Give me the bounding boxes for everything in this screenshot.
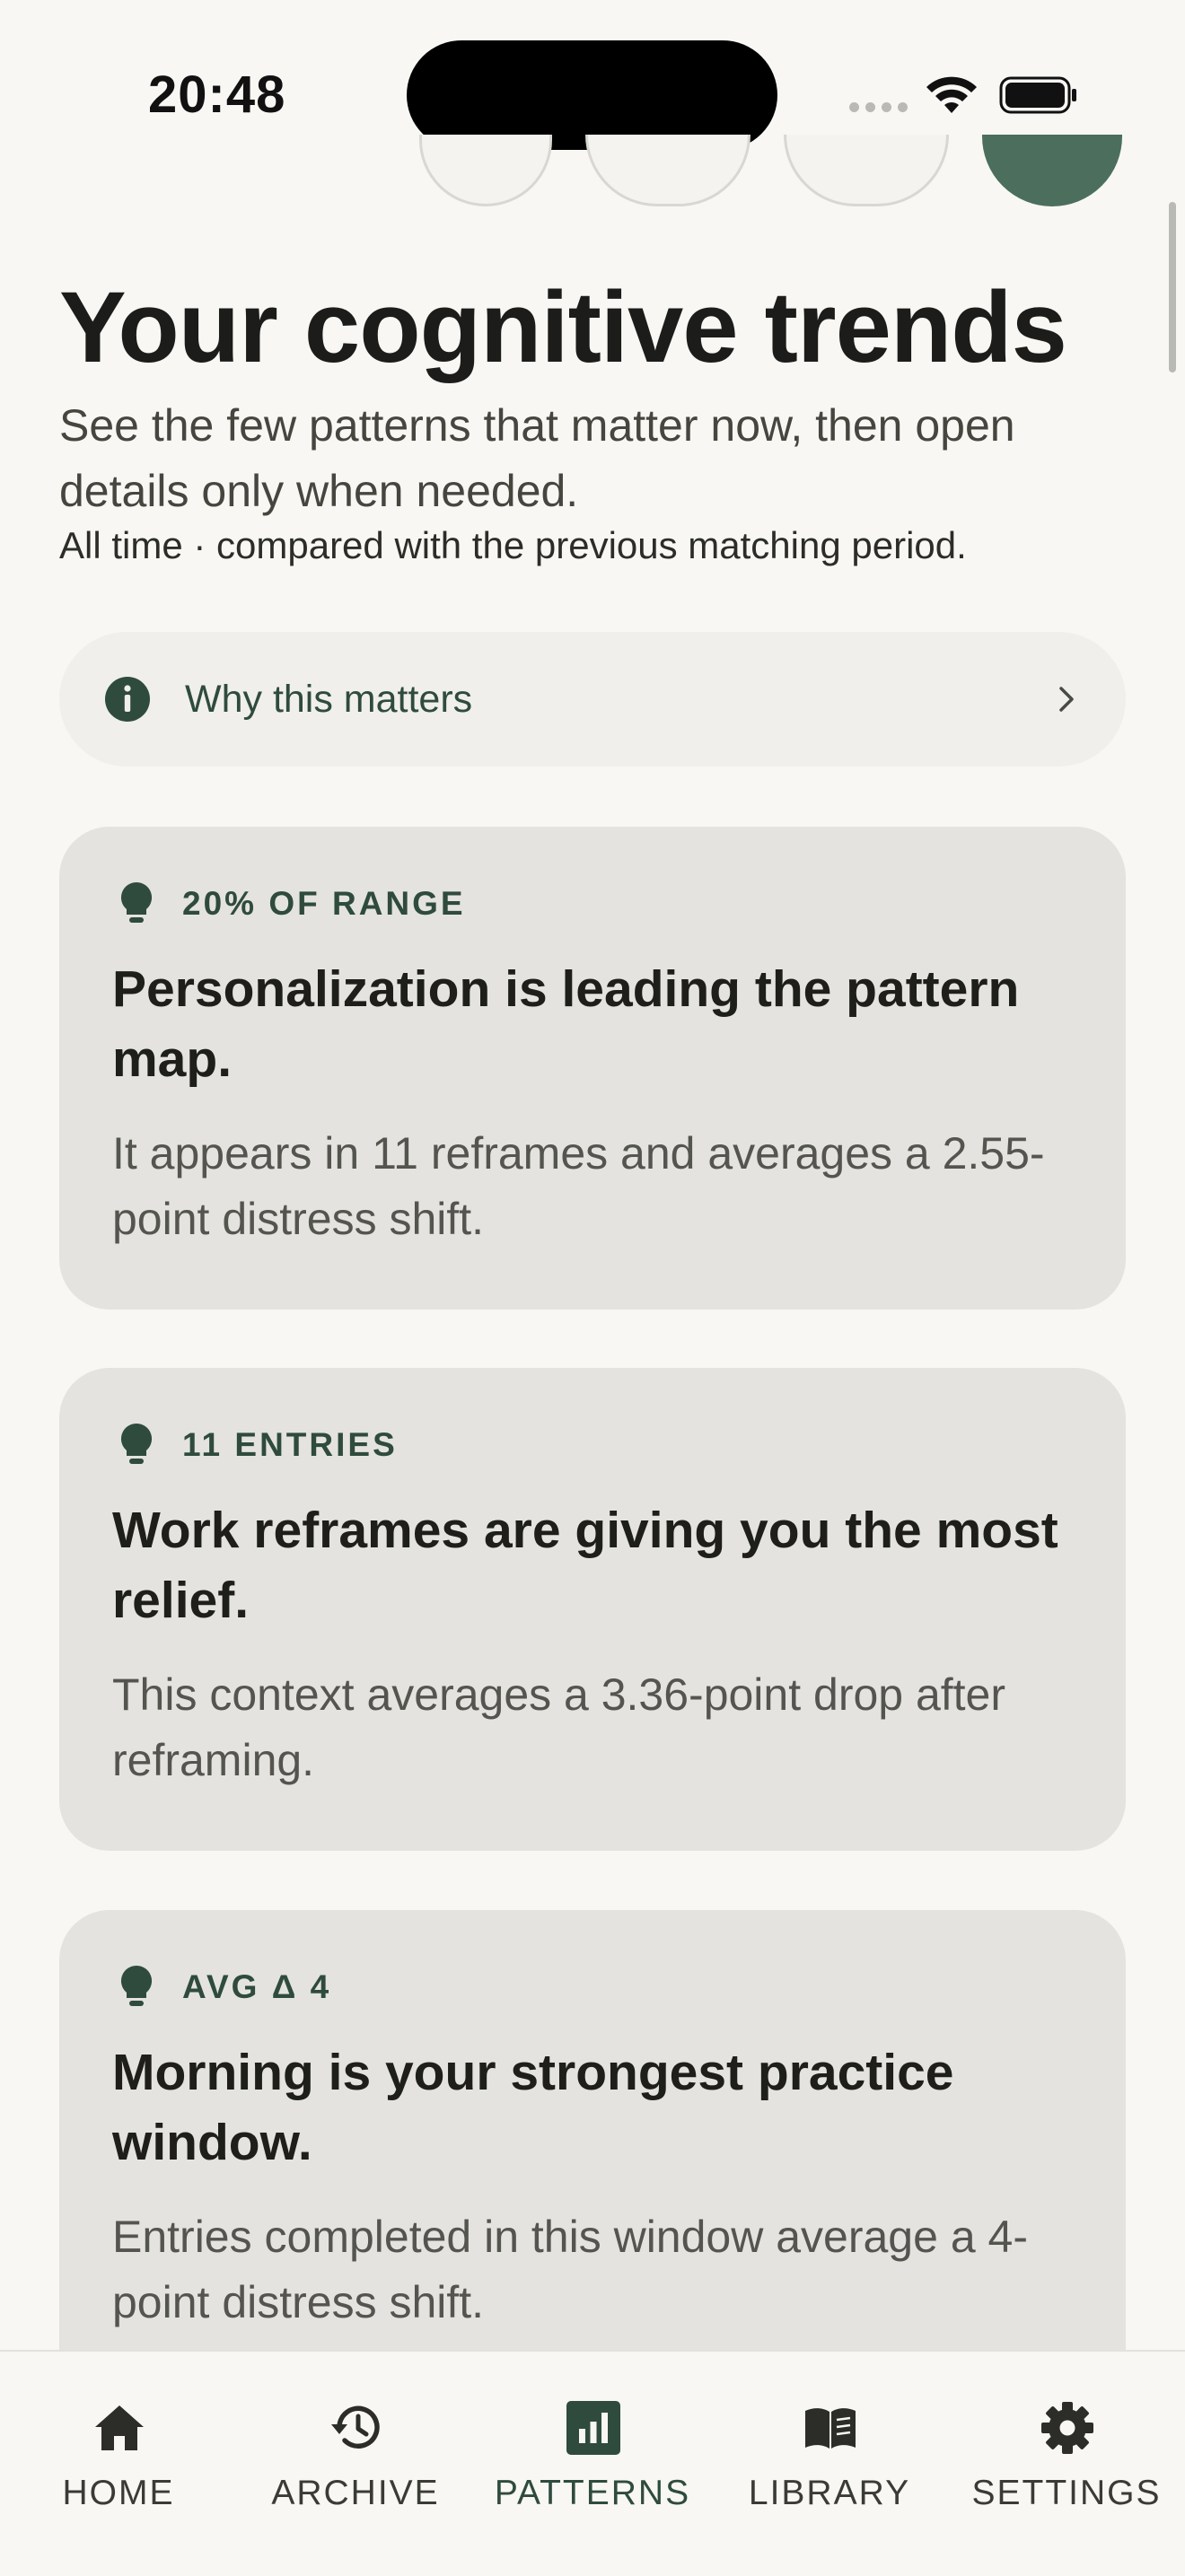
tab-library[interactable]: LIBRARY (711, 2352, 948, 2576)
home-icon (95, 2405, 144, 2450)
history-icon (331, 2405, 380, 2449)
insight-body: Entries completed in this window average… (112, 2212, 1028, 2327)
why-this-matters-row[interactable]: Why this matters (59, 632, 1126, 767)
insight-headline: Morning is your strongest practice windo… (112, 2044, 954, 2171)
filter-chip-selected[interactable] (982, 135, 1122, 206)
period-caption: All time · compared with the previous ma… (59, 524, 967, 566)
insight-body: This context averages a 3.36-point drop … (112, 1669, 1006, 1785)
tab-label: SETTINGS (971, 2474, 1162, 2512)
insight-headline: Personalization is leading the pattern m… (112, 960, 1020, 1088)
info-icon (105, 677, 150, 722)
filter-chip[interactable] (419, 135, 552, 206)
why-this-matters-label: Why this matters (185, 677, 473, 721)
gear-icon (1041, 2402, 1093, 2454)
dynamic-island (407, 40, 777, 150)
tab-label: ARCHIVE (271, 2474, 440, 2512)
book-icon (805, 2408, 856, 2449)
tab-home[interactable]: HOME (0, 2352, 237, 2576)
lightbulb-icon (120, 881, 153, 923)
filter-chip[interactable] (784, 135, 949, 206)
cellular-signal-icon (849, 102, 908, 112)
tab-patterns[interactable]: PATTERNS (474, 2352, 711, 2576)
bar-chart-icon (566, 2401, 620, 2455)
status-time: 20:48 (148, 66, 286, 124)
insight-tag: 11 ENTRIES (182, 1426, 398, 1463)
wifi-icon (926, 76, 977, 113)
tab-bar: HOME ARCHIVE PATTERNS LIBRARY SETTINGS (0, 2350, 1185, 2576)
tab-settings[interactable]: SETTINGS (948, 2352, 1185, 2576)
tab-archive[interactable]: ARCHIVE (237, 2352, 474, 2576)
tab-label: PATTERNS (494, 2474, 691, 2512)
page-title: Your cognitive trends (59, 271, 1067, 383)
scroll-indicator[interactable] (1169, 202, 1176, 372)
lightbulb-icon (120, 1423, 153, 1464)
battery-icon (999, 76, 1076, 114)
lightbulb-icon (120, 1966, 153, 2006)
filter-chip[interactable] (585, 135, 750, 206)
insight-card[interactable]: 11 ENTRIES Work reframes are giving you … (59, 1368, 1126, 1851)
page-subtitle: See the few patterns that matter now, th… (59, 400, 1015, 516)
filter-chips-row (0, 135, 1185, 215)
insight-card[interactable]: 20% OF RANGE Personalization is leading … (59, 827, 1126, 1310)
insight-card[interactable]: AVG Δ 4 Morning is your strongest practi… (59, 1910, 1126, 2413)
insight-headline: Work reframes are giving you the most re… (112, 1502, 1058, 1629)
tab-label: HOME (62, 2474, 175, 2512)
chevron-right-icon (1059, 687, 1074, 712)
insight-tag: 20% OF RANGE (182, 885, 466, 922)
insight-body: It appears in 11 reframes and averages a… (112, 1128, 1045, 1244)
tab-label: LIBRARY (748, 2474, 911, 2512)
insight-tag: AVG Δ 4 (182, 1968, 332, 2005)
